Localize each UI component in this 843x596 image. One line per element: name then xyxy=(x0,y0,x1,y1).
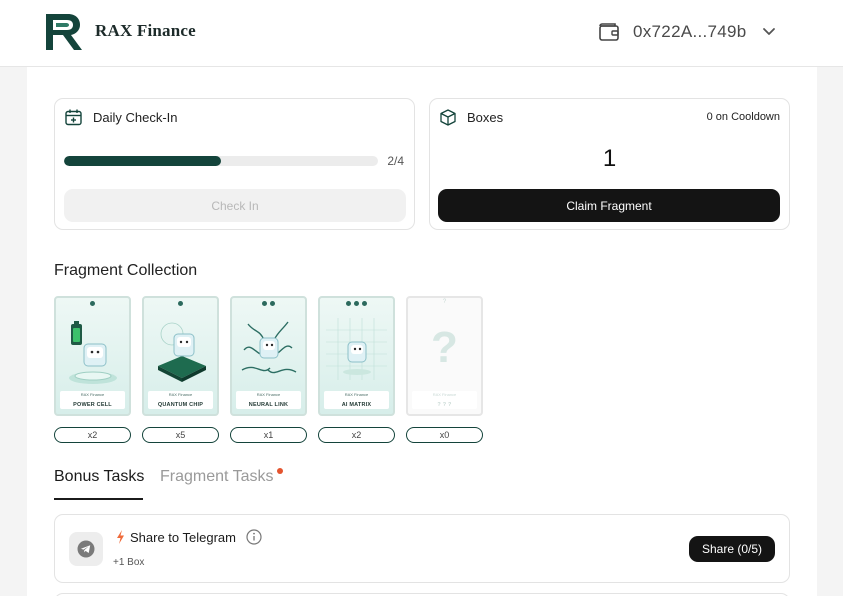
check-in-button[interactable]: Check In xyxy=(64,189,406,222)
boxes-title: Boxes xyxy=(467,110,504,125)
fragment-collection-title: Fragment Collection xyxy=(54,262,198,279)
boxes-card: Boxes 0 on Cooldown 1 Claim Fragment xyxy=(429,98,790,230)
fragment-image: RAX Finance AI MATRIX xyxy=(318,296,395,416)
task-share-telegram: Share to Telegram +1 Box Share (0/5) xyxy=(54,514,790,583)
task-reward: +1 Box xyxy=(113,557,145,568)
checkin-progress-fill xyxy=(64,156,221,166)
checkin-progress-bar xyxy=(64,156,378,166)
tier-dots xyxy=(232,301,305,306)
tab-fragment-tasks[interactable]: Fragment Tasks xyxy=(160,468,274,486)
wallet-icon xyxy=(599,23,619,41)
fragment-count: x5 xyxy=(142,427,219,443)
wallet-address: 0x722A...749b xyxy=(633,22,747,41)
task-title: Share to Telegram xyxy=(116,529,262,545)
fragment-count: x2 xyxy=(318,427,395,443)
rax-logo-icon[interactable] xyxy=(46,14,82,50)
tab-bonus-tasks[interactable]: Bonus Tasks xyxy=(54,468,144,486)
fragment-count: x2 xyxy=(54,427,131,443)
tier-dots xyxy=(320,301,393,306)
fragment-name: NEURAL LINK xyxy=(248,402,289,408)
fragment-image: ? ? RAX Finance ? ? ? xyxy=(406,296,483,416)
fragment-brand: RAX Finance xyxy=(168,392,193,397)
ai-matrix-illustration xyxy=(326,318,387,380)
tier-dots xyxy=(144,301,217,306)
fragment-card-neural-link[interactable]: RAX Finance NEURAL LINK x1 xyxy=(230,296,307,443)
power-cell-illustration xyxy=(69,321,117,384)
daily-checkin-card: Daily Check-In 2/4 Check In xyxy=(54,98,415,230)
fragment-brand: RAX Finance xyxy=(432,392,457,397)
fragment-card-power-cell[interactable]: RAX Finance POWER CELL x2 xyxy=(54,296,131,443)
checkin-progress-label: 2/4 xyxy=(387,154,404,168)
telegram-icon xyxy=(69,532,103,566)
checkin-title: Daily Check-In xyxy=(93,110,178,125)
fragment-brand: RAX Finance xyxy=(344,392,369,397)
info-icon[interactable] xyxy=(246,529,262,545)
boxes-header: Boxes xyxy=(440,109,503,126)
fragment-brand: RAX Finance xyxy=(256,392,281,397)
chevron-down-icon xyxy=(762,28,775,35)
fragment-count: x1 xyxy=(230,427,307,443)
fragment-image: RAX Finance NEURAL LINK xyxy=(230,296,307,416)
calendar-plus-icon xyxy=(65,109,82,126)
fragment-card-ai-matrix[interactable]: RAX Finance AI MATRIX x2 xyxy=(318,296,395,443)
fragment-name: AI MATRIX xyxy=(341,402,372,408)
fragment-brand: RAX Finance xyxy=(80,392,105,397)
lightning-icon xyxy=(117,530,124,544)
task-tabs: Bonus Tasks Fragment Tasks xyxy=(54,468,794,500)
unknown-small-mark: ? xyxy=(442,299,447,305)
top-bar: RAX Finance 0x722A...749b xyxy=(0,0,843,67)
fragment-name: ? ? ? xyxy=(437,402,452,408)
quantum-chip-illustration xyxy=(158,322,206,382)
notification-dot xyxy=(277,468,283,474)
fragment-card-unknown[interactable]: ? ? RAX Finance ? ? ? x0 xyxy=(406,296,483,443)
fragment-name: POWER CELL xyxy=(73,402,112,408)
tier-dots xyxy=(56,301,129,306)
fragment-image: RAX Finance QUANTUM CHIP xyxy=(142,296,219,416)
wallet-button[interactable]: 0x722A...749b xyxy=(598,19,776,45)
brand-name: RAX Finance xyxy=(95,21,196,40)
box-icon xyxy=(440,109,456,126)
fragment-card-quantum-chip[interactable]: RAX Finance QUANTUM CHIP x5 xyxy=(142,296,219,443)
checkin-header: Daily Check-In xyxy=(65,109,178,126)
question-mark-icon: ? xyxy=(431,323,458,372)
fragment-image: RAX Finance POWER CELL xyxy=(54,296,131,416)
main-panel: Daily Check-In 2/4 Check In Boxes 0 on C… xyxy=(27,67,817,596)
neural-link-illustration xyxy=(241,321,297,374)
share-button[interactable]: Share (0/5) xyxy=(688,536,775,562)
claim-fragment-button[interactable]: Claim Fragment xyxy=(438,189,780,222)
active-tab-indicator xyxy=(54,498,143,500)
task-title-text: Share to Telegram xyxy=(130,529,236,545)
fragment-count: x0 xyxy=(406,427,483,443)
box-count: 1 xyxy=(602,145,617,172)
fragment-name: QUANTUM CHIP xyxy=(157,402,204,408)
cooldown-status: 0 on Cooldown xyxy=(706,111,780,123)
